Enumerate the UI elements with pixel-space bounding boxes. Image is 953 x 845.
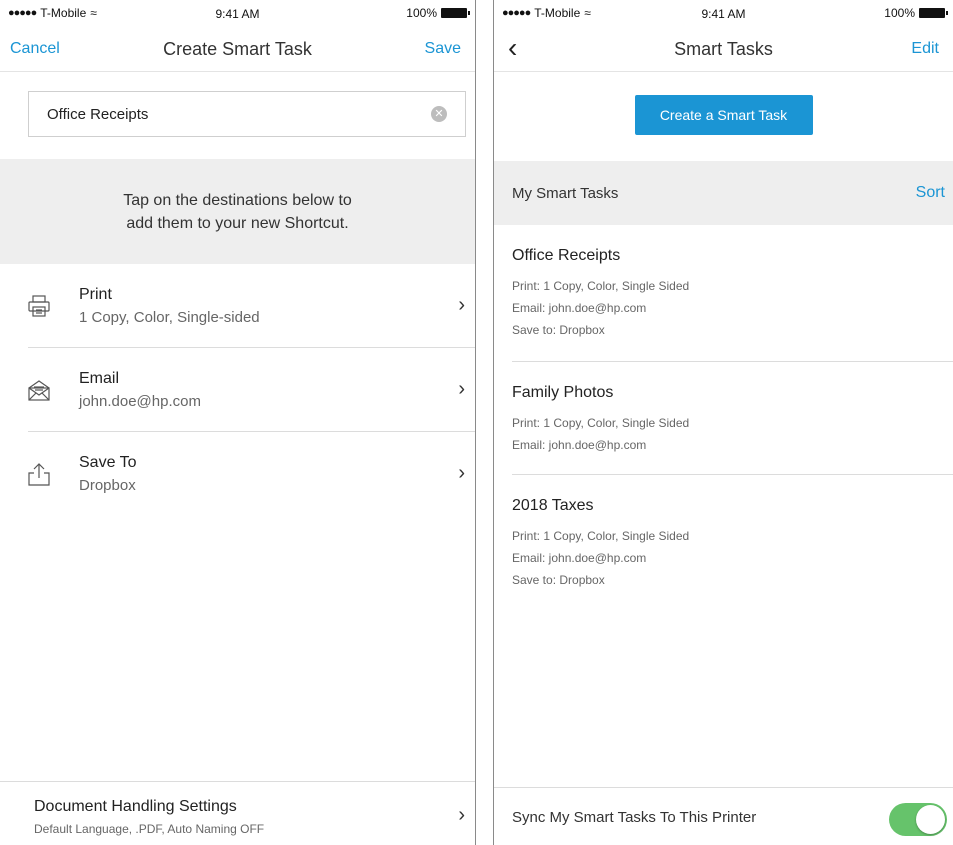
share-upload-icon xyxy=(28,463,50,486)
task-detail: Save to: Dropbox xyxy=(512,573,605,587)
battery-icon xyxy=(441,8,470,18)
smart-task-item[interactable]: 2018 Taxes Print: 1 Copy, Color, Single … xyxy=(512,475,953,615)
task-detail: Email: john.doe@hp.com xyxy=(512,301,647,315)
page-title: Create Smart Task xyxy=(163,39,312,59)
chevron-right-icon: › xyxy=(458,804,465,826)
toggle-knob xyxy=(916,805,945,834)
task-name: Family Photos xyxy=(512,384,614,401)
clear-icon[interactable]: ✕ xyxy=(431,106,447,122)
edit-button[interactable]: Edit xyxy=(911,40,939,58)
printer-icon xyxy=(28,295,50,317)
chevron-right-icon: › xyxy=(458,378,465,400)
battery-group: 100% xyxy=(406,6,470,20)
instruction-line-1: Tap on the destinations below to xyxy=(123,191,352,209)
create-smart-task-screen: ●●●●● T-Mobile ≈ 9:41 AM 100% Cancel Cre… xyxy=(0,0,476,845)
task-detail: Print: 1 Copy, Color, Single Sided xyxy=(512,529,690,543)
task-name: 2018 Taxes xyxy=(512,497,594,514)
destination-subtitle: Dropbox xyxy=(79,477,136,494)
screen-gutter xyxy=(477,0,492,845)
task-detail: Print: 1 Copy, Color, Single Sided xyxy=(512,279,690,293)
battery-percent: 100% xyxy=(884,6,915,20)
chevron-right-icon: › xyxy=(458,462,465,484)
destination-save-to[interactable]: Save To Dropbox › xyxy=(28,432,475,516)
task-name: Office Receipts xyxy=(512,247,621,264)
destination-email[interactable]: Email john.doe@hp.com › xyxy=(28,348,475,432)
battery-percent: 100% xyxy=(406,6,437,20)
chevron-right-icon: › xyxy=(458,294,465,316)
destination-print[interactable]: Print 1 Copy, Color, Single-sided › xyxy=(28,264,475,348)
destination-title: Save To xyxy=(79,454,137,471)
smart-tasks-screen: ●●●●● T-Mobile ≈ 9:41 AM 100% ‹ Smart Ta… xyxy=(493,0,953,845)
doc-settings-title: Document Handling Settings xyxy=(34,798,237,815)
document-handling-settings[interactable]: Document Handling Settings Default Langu… xyxy=(0,781,475,845)
my-smart-tasks-header: My Smart Tasks Sort xyxy=(494,161,953,225)
nav-bar: ‹ Smart Tasks Edit xyxy=(494,26,953,72)
clock: 9:41 AM xyxy=(215,7,260,21)
sync-toggle[interactable] xyxy=(889,803,947,836)
sync-setting-row: Sync My Smart Tasks To This Printer xyxy=(494,787,953,845)
task-name-area: Office Receipts ✕ xyxy=(0,72,475,159)
battery-group: 100% xyxy=(884,6,948,20)
status-bar: ●●●●● T-Mobile ≈ 9:41 AM 100% xyxy=(0,0,475,26)
destination-title: Email xyxy=(79,370,120,387)
smart-task-item[interactable]: Office Receipts Print: 1 Copy, Color, Si… xyxy=(512,225,953,362)
sort-button[interactable]: Sort xyxy=(916,184,945,202)
task-name-input[interactable]: Office Receipts ✕ xyxy=(28,91,466,137)
destination-subtitle: 1 Copy, Color, Single-sided xyxy=(79,309,260,326)
destination-title: Print xyxy=(79,286,112,303)
task-detail: Print: 1 Copy, Color, Single Sided xyxy=(512,416,690,430)
destination-subtitle: john.doe@hp.com xyxy=(79,393,201,410)
battery-icon xyxy=(919,8,948,18)
sync-label: Sync My Smart Tasks To This Printer xyxy=(512,809,757,826)
create-area: Create a Smart Task xyxy=(494,72,953,161)
envelope-icon xyxy=(28,380,50,401)
task-detail: Email: john.doe@hp.com xyxy=(512,438,647,452)
task-name-value: Office Receipts xyxy=(47,105,149,123)
smart-task-item[interactable]: Family Photos Print: 1 Copy, Color, Sing… xyxy=(512,362,953,475)
save-button[interactable]: Save xyxy=(425,40,461,58)
task-detail: Email: john.doe@hp.com xyxy=(512,551,647,565)
doc-settings-subtitle: Default Language, .PDF, Auto Naming OFF xyxy=(34,822,265,836)
page-title: Smart Tasks xyxy=(674,39,773,59)
nav-bar: Cancel Create Smart Task Save xyxy=(0,26,475,72)
instruction-banner: Tap on the destinations below to add the… xyxy=(0,159,475,264)
instruction-line-2: add them to your new Shortcut. xyxy=(126,214,349,232)
task-detail: Save to: Dropbox xyxy=(512,323,605,337)
create-smart-task-button[interactable]: Create a Smart Task xyxy=(634,95,813,135)
section-label: My Smart Tasks xyxy=(512,185,619,202)
status-bar: ●●●●● T-Mobile ≈ 9:41 AM 100% xyxy=(494,0,953,26)
